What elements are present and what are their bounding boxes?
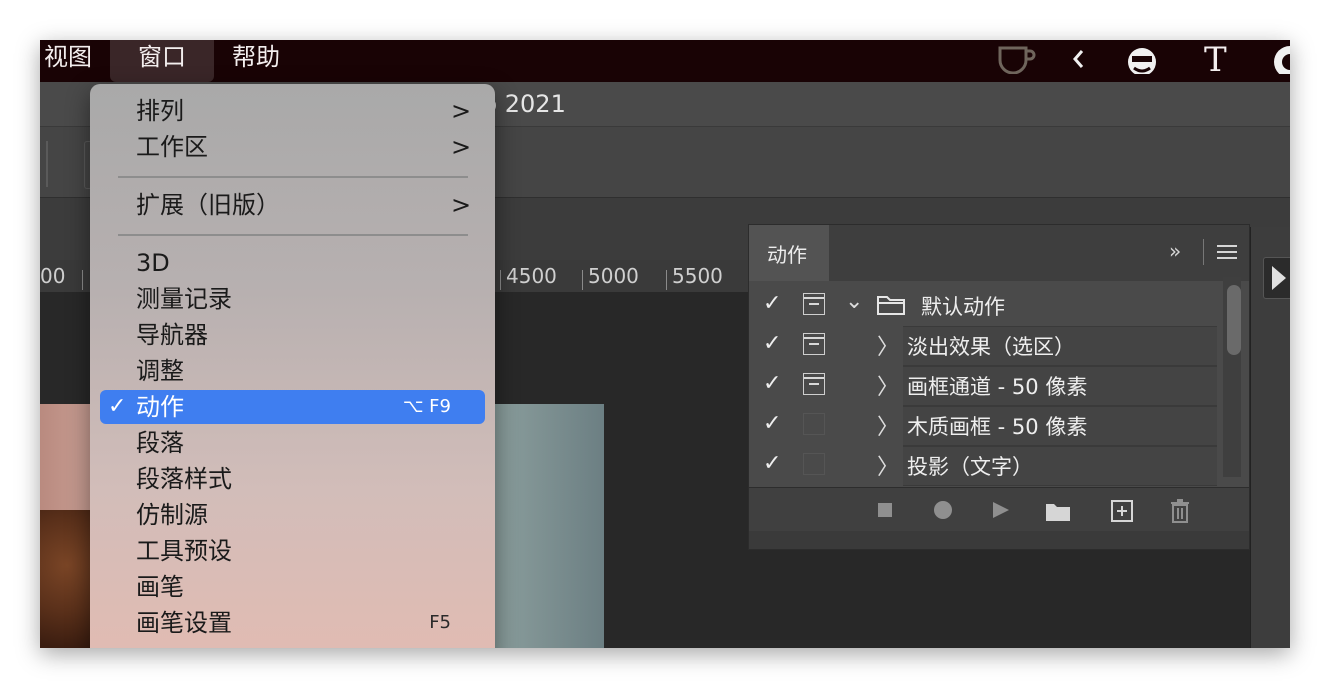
tab-actions[interactable]: 动作 (749, 225, 830, 281)
action-set-label: 默认动作 (921, 295, 1005, 319)
window-menu-dropdown: 排列 > 工作区 > 扩展（旧版） > 3D 测量记录 导航器 调整 ✓ 动作 … (90, 84, 495, 648)
chevron-right-icon: > (451, 191, 472, 219)
toggle-check-icon[interactable]: ✓ (763, 451, 781, 476)
checkmark-icon: ✓ (108, 394, 127, 419)
new-action-icon[interactable] (1111, 500, 1133, 522)
menu-item-arrange[interactable]: 排列 (136, 94, 184, 128)
toggle-check-icon[interactable]: ✓ (763, 331, 781, 356)
menu-item-paragraph[interactable]: 段落 (136, 426, 184, 460)
panel-footer (749, 487, 1249, 532)
action-label: 淡出效果（选区） (907, 335, 1075, 359)
chevron-right-icon[interactable]: 〉 (877, 329, 899, 361)
menu-item-clone-source[interactable]: 仿制源 (136, 498, 208, 532)
menu-view[interactable]: 视图 (44, 40, 92, 82)
actions-list: ✓ ⌄ 默认动作 ✓ 〉 淡出效果（选区） ✓ 〉 画框通道 - 50 像素 ✓… (749, 281, 1249, 487)
options-divider (46, 141, 48, 187)
menu-item-workspace[interactable]: 工作区 (136, 130, 208, 164)
photoshop-window: 视图 窗口 帮助 T hop 2021 00 4500 5000 5500 动作… (40, 40, 1290, 648)
toggle-check-icon[interactable]: ✓ (763, 371, 781, 396)
list-item[interactable]: ✓ 〉 淡出效果（选区） (749, 325, 1219, 366)
action-label: 木质画框 - 50 像素 (907, 415, 1088, 439)
ruler-label: 5000 (588, 264, 639, 288)
menu-item-tool-presets[interactable]: 工具预设 (136, 534, 232, 568)
actions-scrollbar[interactable] (1223, 277, 1241, 477)
header-divider (1203, 239, 1204, 265)
right-dock (1250, 227, 1290, 648)
toggle-check-icon[interactable]: ✓ (763, 411, 781, 436)
action-label: 画框通道 - 50 像素 (907, 375, 1088, 399)
chevron-right-icon[interactable]: 〉 (877, 409, 899, 441)
dialog-toggle-icon[interactable] (803, 333, 825, 355)
dialog-toggle-icon[interactable] (803, 293, 825, 315)
menu-item-brushes[interactable]: 画笔 (136, 570, 184, 604)
chevron-right-icon: > (451, 133, 472, 161)
menu-window[interactable]: 窗口 (110, 40, 214, 82)
list-item[interactable]: ✓ 〉 投影（文字） (749, 445, 1219, 486)
play-icon (1272, 266, 1286, 290)
toggle-check-icon[interactable]: ✓ (763, 291, 781, 316)
menu-item-brush-settings[interactable]: 画笔设置 (136, 606, 232, 640)
ruler-label: 00 (40, 264, 66, 288)
menu-item-actions[interactable]: 动作 (136, 390, 184, 424)
chevron-down-icon[interactable]: ⌄ (845, 289, 863, 314)
menubar: 视图 窗口 帮助 T (40, 40, 1290, 82)
avatar-icon[interactable] (1270, 44, 1290, 74)
play-icon[interactable] (991, 500, 1011, 520)
collapse-icon[interactable]: » (1169, 239, 1181, 263)
menu-separator (118, 234, 468, 236)
dialog-toggle-icon[interactable] (803, 373, 825, 395)
chevron-right-icon[interactable]: 〉 (877, 449, 899, 481)
tab-actions-label: 动作 (767, 243, 807, 267)
folder-icon (877, 296, 905, 315)
record-icon[interactable] (933, 500, 953, 520)
menu-item-3d[interactable]: 3D (136, 246, 170, 280)
chevron-right-icon[interactable]: 〉 (877, 369, 899, 401)
list-item[interactable]: ✓ 〉 画框通道 - 50 像素 (749, 365, 1219, 406)
ruler-tick (500, 270, 501, 290)
menu-item-paragraph-styles[interactable]: 段落样式 (136, 462, 232, 496)
typeface-t-icon[interactable]: T (1204, 40, 1227, 82)
menu-help[interactable]: 帮助 (232, 40, 280, 82)
new-set-folder-icon[interactable] (1045, 500, 1071, 522)
trash-icon[interactable] (1169, 498, 1191, 524)
chevron-right-icon: > (451, 97, 472, 125)
menu-item-extensions[interactable]: 扩展（旧版） (136, 188, 280, 222)
character-face-icon[interactable] (1124, 44, 1160, 74)
actions-panel: 动作 » ✓ ⌄ 默认动作 ✓ 〉 淡出效果（选区） ✓ 〉 画框通道 - 50… (748, 224, 1250, 550)
play-button[interactable] (1263, 257, 1290, 299)
dialog-toggle-icon[interactable] (803, 453, 825, 475)
menu-item-adjustments[interactable]: 调整 (136, 354, 184, 388)
action-label: 投影（文字） (907, 455, 1033, 479)
ruler-tick (82, 270, 83, 290)
chevron-left-icon[interactable] (1070, 44, 1088, 74)
list-item[interactable]: ✓ 〉 木质画框 - 50 像素 (749, 405, 1219, 446)
ruler-label: 5500 (672, 264, 723, 288)
dialog-toggle-icon[interactable] (803, 413, 825, 435)
list-item[interactable]: ✓ ⌄ 默认动作 (749, 285, 1219, 325)
panel-menu-icon[interactable] (1217, 243, 1237, 261)
ruler-tick (666, 270, 667, 290)
menu-separator (118, 176, 468, 178)
ruler-tick (582, 270, 583, 290)
ruler-label: 4500 (506, 264, 557, 288)
menu-item-navigator[interactable]: 导航器 (136, 318, 208, 352)
shortcut-label: ⌥ F9 (402, 396, 451, 417)
stop-icon[interactable] (877, 502, 893, 518)
shortcut-label: F5 (429, 612, 451, 633)
panel-resize-grip[interactable] (749, 531, 1249, 549)
scrollbar-thumb[interactable] (1227, 285, 1241, 355)
panel-header: » (829, 225, 1249, 281)
coffee-cup-icon[interactable] (996, 44, 1036, 74)
menu-item-measurement-log[interactable]: 测量记录 (136, 282, 232, 316)
